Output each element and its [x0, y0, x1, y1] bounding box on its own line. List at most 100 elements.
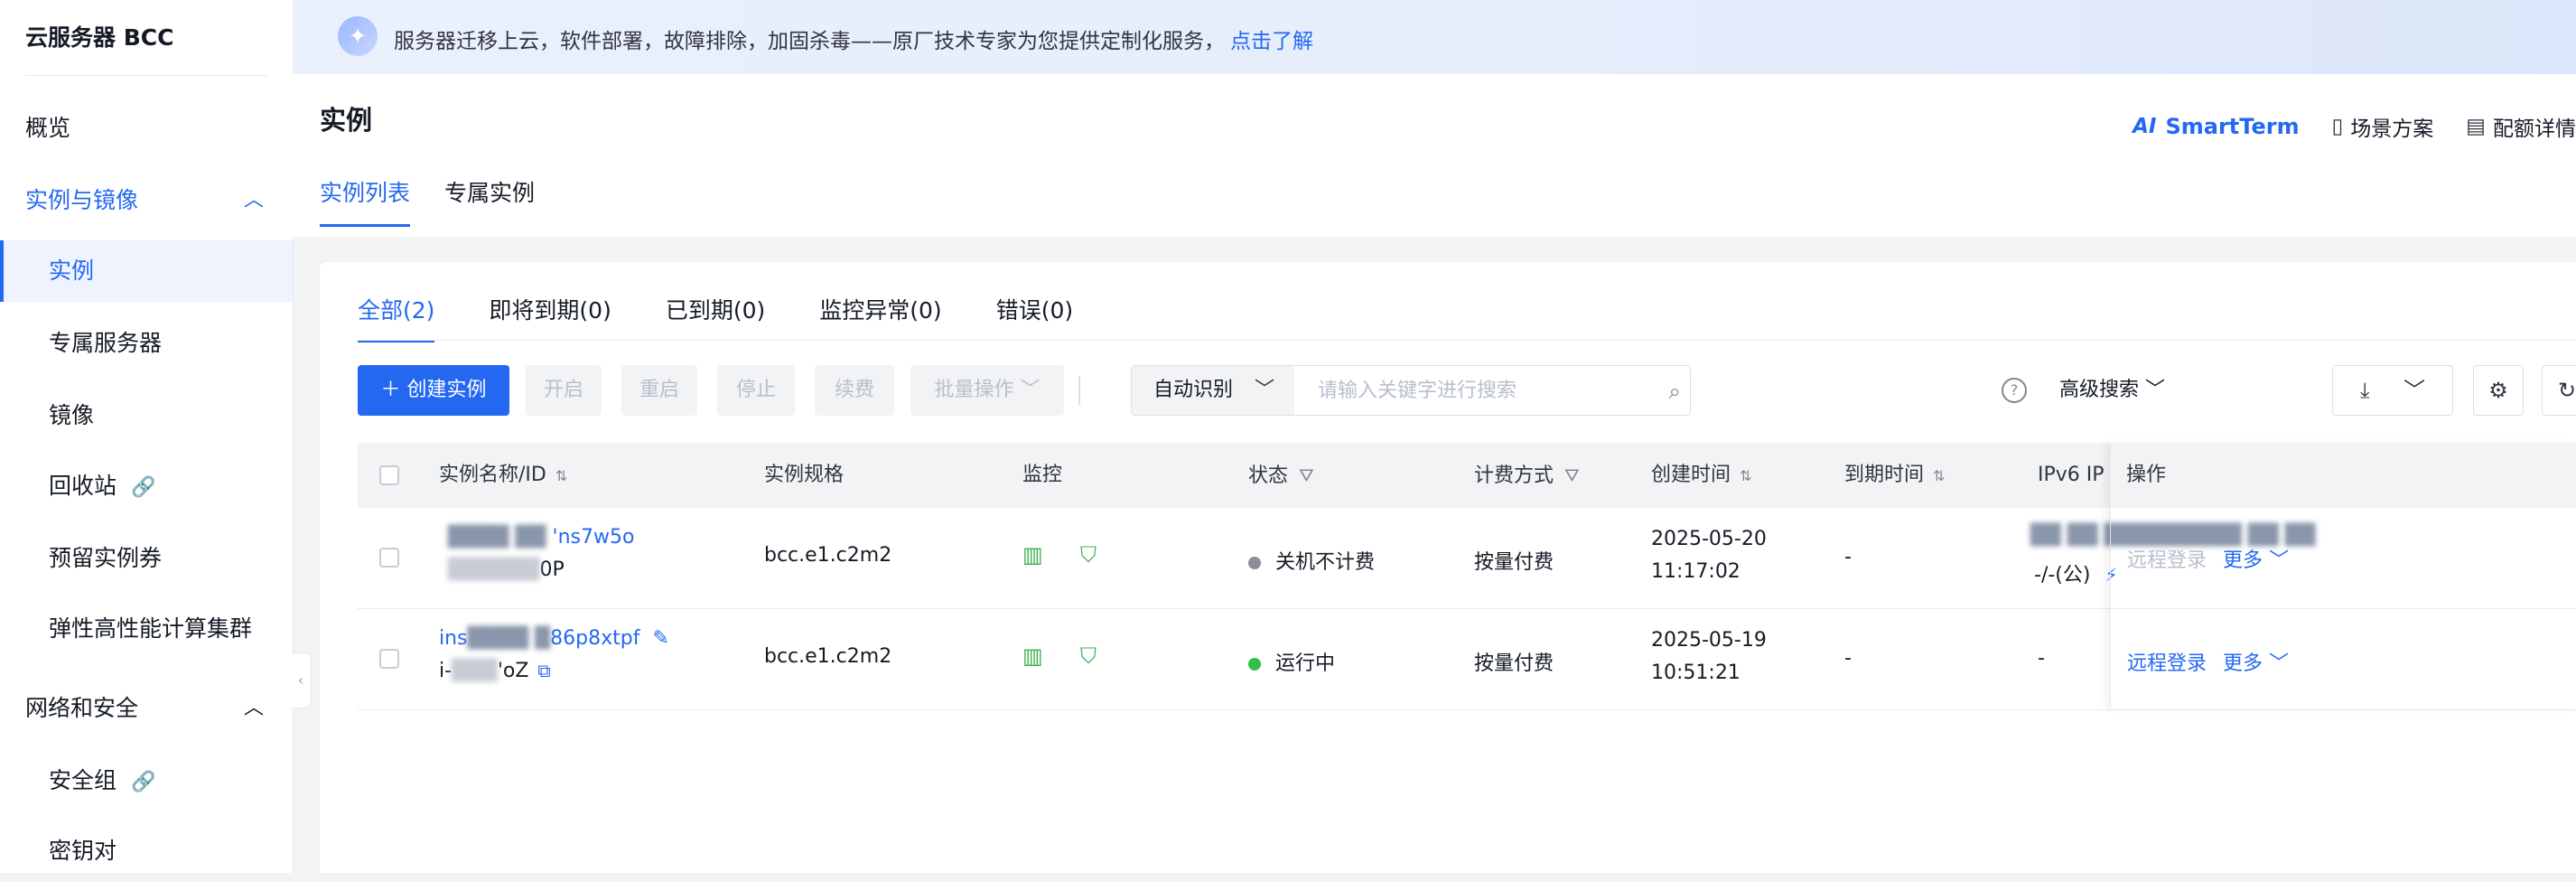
refresh-button[interactable]: ↻ — [2542, 365, 2576, 416]
sidebar-item-hpc-cluster[interactable]: 弹性高性能计算集群 — [0, 598, 293, 660]
remote-login-link[interactable]: 远程登录 — [2127, 549, 2207, 572]
quota-details-button[interactable]: ▤ 配额详情 — [2466, 111, 2576, 142]
scenario-solutions-button[interactable]: ▯ 场景方案 — [2332, 111, 2434, 142]
promo-banner: ✦ 服务器迁移上云，软件部署，故障排除，加固杀毒——原厂技术专家为您提供定制化服… — [293, 0, 2576, 74]
more-label: 更多 — [2223, 652, 2263, 675]
row-operations: 远程登录 更多 ﹀ — [2127, 544, 2289, 573]
more-dropdown[interactable]: 更多 ﹀ — [2223, 549, 2289, 572]
created-time: 11:17:02 — [1651, 560, 1741, 583]
sidebar-item-security-groups[interactable]: 安全组 🔗 — [0, 750, 293, 812]
shield-check-icon[interactable]: ⛉ — [1080, 643, 1097, 669]
column-settings-button[interactable]: ⚙ — [2473, 365, 2524, 416]
created-time: 10:51:21 — [1651, 662, 1741, 684]
advanced-search-button[interactable]: 高级搜索 ﹀ — [2059, 365, 2165, 416]
tab-monitor-abnormal[interactable]: 监控异常(0) — [819, 293, 941, 342]
operations-column: 远程登录 更多 ﹀ 远程登录 更多 ﹀ — [2110, 443, 2576, 708]
tab-instance-list[interactable]: 实例列表 — [320, 175, 411, 227]
link-icon: 🔗 — [130, 771, 156, 793]
expire-time: - — [1844, 546, 1852, 568]
chevron-down-icon: ﹀ — [2145, 379, 2166, 401]
instance-spec: bcc.e1.c2m2 — [764, 645, 892, 668]
sidebar-item-label: 密钥对 — [49, 838, 117, 864]
plus-icon: ＋ — [380, 379, 401, 401]
column-header-billing: 计费方式 ⛛ — [1474, 443, 1580, 508]
sort-icon[interactable]: ⇅ — [555, 467, 567, 484]
banner-learn-more-link[interactable]: 点击了解 — [1230, 30, 1313, 53]
chevron-down-icon: ﹀ — [2269, 652, 2290, 675]
scenario-label: 场景方案 — [2350, 117, 2434, 141]
status-badge: 关机不计费 — [1248, 546, 1375, 575]
row-checkbox[interactable] — [379, 649, 399, 669]
stop-button[interactable]: 停止 — [717, 365, 795, 416]
select-all-checkbox[interactable] — [379, 465, 399, 485]
column-header-created[interactable]: 创建时间 ⇅ — [1651, 443, 1751, 508]
redacted-text: ██████ — [448, 558, 540, 581]
status-filter-tabs: 全部(2) 即将到期(0) 已到期(0) 监控异常(0) 错误(0) — [358, 293, 1127, 342]
product-title: 云服务器 BCC — [25, 24, 174, 51]
tab-expired[interactable]: 已到期(0) — [666, 293, 765, 342]
header-label: 实例名称/ID — [439, 464, 546, 486]
batch-operations-label: 批量操作 — [934, 379, 1014, 401]
instance-name-suffix[interactable]: 86p8xtpf — [550, 627, 639, 650]
header-label: 创建时间 — [1651, 464, 1731, 486]
tab-all[interactable]: 全部(2) — [358, 293, 435, 342]
row-checkbox[interactable] — [379, 548, 399, 568]
filter-icon[interactable]: ⛛ — [1299, 464, 1314, 486]
instance-id-suffix: 'oZ — [497, 660, 529, 682]
ipv6-public: -/-(公) ⚡ — [2034, 558, 2118, 587]
tab-dedicated-instances[interactable]: 专属实例 — [444, 175, 535, 227]
sidebar-item-instances[interactable]: 实例 — [0, 240, 293, 302]
create-instance-label: 创建实例 — [406, 379, 487, 401]
instance-name-prefix[interactable]: ins — [439, 627, 468, 650]
sort-icon[interactable]: ⇅ — [1933, 467, 1945, 484]
sidebar-item-recycle-bin[interactable]: 回收站 🔗 — [0, 455, 293, 517]
monitor-chart-icon[interactable]: ▥ — [1022, 643, 1043, 669]
page-tabs: 实例列表 专属实例 — [320, 175, 569, 227]
create-instance-button[interactable]: ＋ 创建实例 — [358, 365, 509, 416]
tab-expiring-soon[interactable]: 即将到期(0) — [489, 293, 611, 342]
start-button[interactable]: 开启 — [526, 365, 602, 416]
column-header-expire[interactable]: 到期时间 ⇅ — [1844, 443, 1945, 508]
document-icon: ▯ — [2331, 115, 2344, 138]
instance-name-link[interactable]: ████ ██ 'ns7w5o — [448, 526, 634, 549]
help-icon[interactable]: ? — [2002, 378, 2027, 403]
more-dropdown[interactable]: 更多 ﹀ — [2223, 652, 2289, 675]
monitor-chart-icon[interactable]: ▥ — [1022, 542, 1043, 568]
status-text: 关机不计费 — [1275, 551, 1376, 574]
sidebar-divider — [25, 75, 267, 76]
remote-login-link[interactable]: 远程登录 — [2127, 652, 2207, 675]
row-operations: 远程登录 更多 ﹀ — [2127, 647, 2289, 676]
filter-icon[interactable]: ⛛ — [1564, 464, 1580, 486]
sidebar-group-network-security[interactable]: 网络和安全 ︿ — [0, 678, 293, 739]
search-mode-select[interactable]: 自动识别 ﹀ — [1132, 366, 1294, 415]
shield-check-icon[interactable]: ⛉ — [1080, 542, 1097, 568]
restart-button[interactable]: 重启 — [621, 365, 697, 416]
edit-icon[interactable]: ✎ — [652, 627, 668, 650]
sort-icon[interactable]: ⇅ — [1740, 467, 1751, 484]
renew-button[interactable]: 续费 — [815, 365, 894, 416]
redacted-text: ████ ██ — [448, 526, 546, 549]
sidebar-item-label: 弹性高性能计算集群 — [49, 615, 253, 642]
expire-time: - — [1844, 647, 1852, 670]
download-dropdown[interactable]: ⤓ ﹀ — [2332, 365, 2453, 416]
batch-operations-dropdown[interactable]: 批量操作 ﹀ — [910, 365, 1064, 416]
sidebar-item-overview[interactable]: 概览 — [0, 98, 293, 159]
instance-id: i-███'oZ ⧉ — [439, 660, 551, 682]
redacted-text: ███ — [452, 660, 498, 682]
search-icon[interactable]: ⌕ — [1669, 379, 1681, 404]
instance-name-link[interactable]: ins████ █86p8xtpf ✎ — [439, 627, 669, 650]
copy-icon[interactable]: ⧉ — [537, 660, 550, 681]
sidebar-item-dedicated-servers[interactable]: 专属服务器 — [0, 313, 293, 374]
smartterm-label: SmartTerm — [2165, 114, 2300, 139]
tab-error[interactable]: 错误(0) — [996, 293, 1073, 342]
ai-logo-icon: AI — [2133, 115, 2157, 138]
search-input[interactable] — [1294, 366, 1647, 415]
status-dot — [1248, 557, 1261, 569]
sidebar-item-reserved-instances[interactable]: 预留实例券 — [0, 528, 293, 589]
column-header-name[interactable]: 实例名称/ID ⇅ — [439, 443, 567, 508]
sidebar-collapse-toggle[interactable]: ‹ — [291, 652, 312, 708]
sidebar-item-images[interactable]: 镜像 — [0, 385, 293, 446]
sidebar-group-instances-images[interactable]: 实例与镜像 ︿ — [0, 170, 293, 231]
instance-name-suffix[interactable]: 'ns7w5o — [553, 526, 635, 549]
smartterm-button[interactable]: AI SmartTerm — [2133, 114, 2299, 139]
